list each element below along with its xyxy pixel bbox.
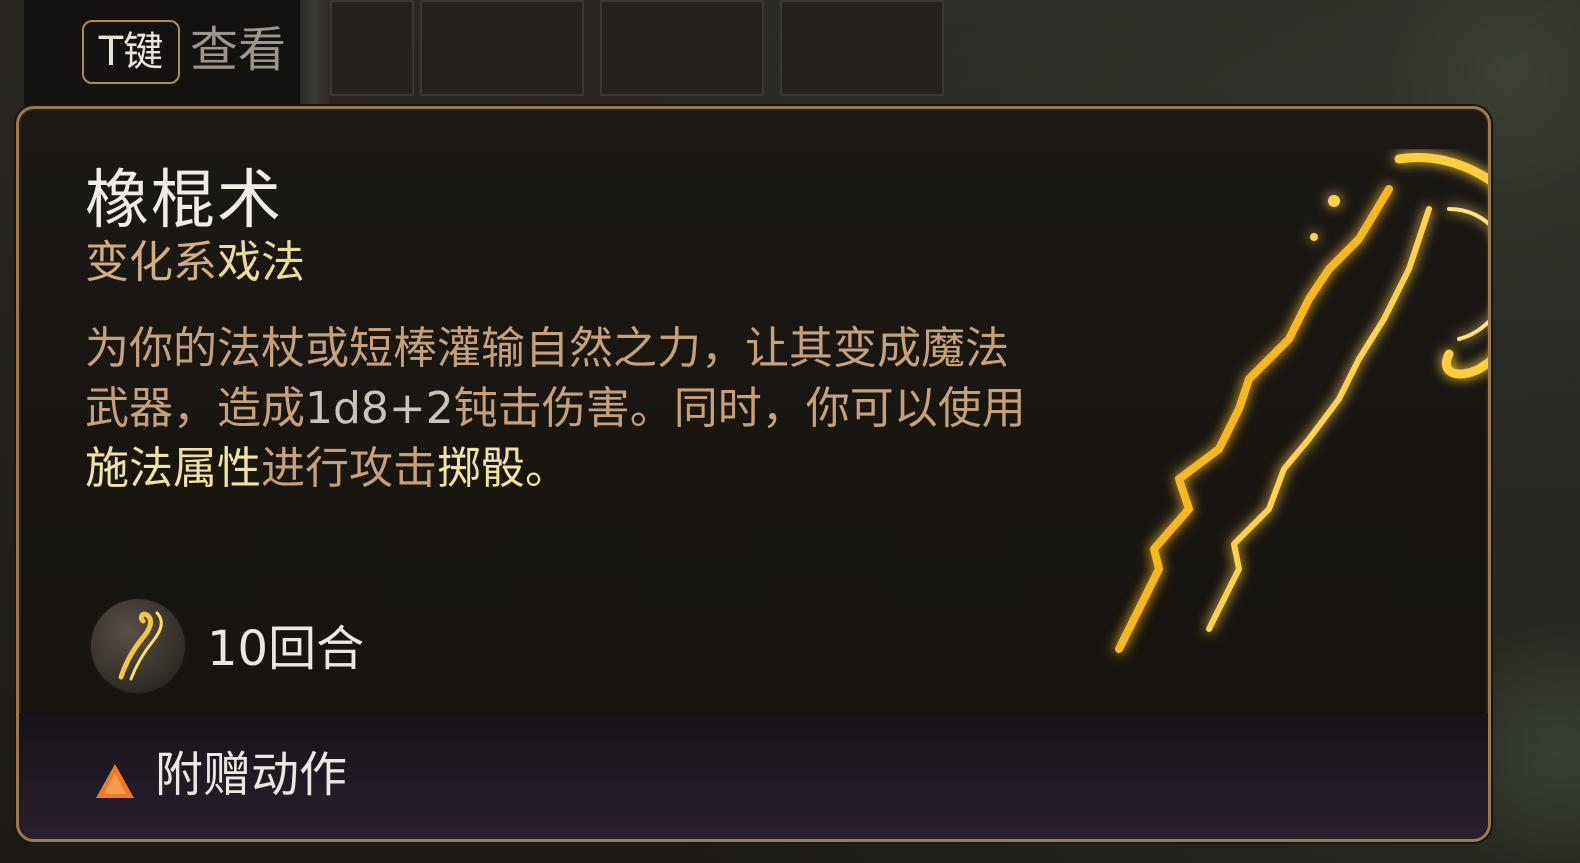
spellcasting-attribute[interactable]: 施法属性: [85, 443, 261, 494]
spell-tooltip: 橡棍术 变化系戏法 为你的法杖或短棒灌输自然之力，让其变成魔法武器，造成1d8+…: [16, 106, 1491, 842]
shillelagh-staff-icon: [91, 599, 185, 693]
background-panel: [330, 0, 414, 96]
tooltip-footer: 附赠动作: [19, 713, 1488, 839]
attack-roll[interactable]: 掷骰。: [437, 443, 569, 494]
spell-description: 为你的法杖或短棒灌输自然之力，让其变成魔法武器，造成1d8+2钝击伤害。同时，你…: [85, 319, 1045, 499]
background-panel: [780, 0, 944, 96]
action-type-label: 附赠动作: [155, 747, 348, 803]
spell-illustration-icon: [1115, 153, 1488, 653]
background-post: [300, 0, 330, 110]
spell-school-prefix: 变化系: [85, 237, 217, 288]
background-panel: [420, 0, 584, 96]
desc-part2: 钝击伤害。同时，你可以使用: [453, 383, 1026, 434]
background-panel: [600, 0, 764, 96]
inspect-hint[interactable]: T键 查看: [24, 0, 300, 112]
spell-duration: 10回合: [207, 621, 365, 677]
desc-part3: 进行攻击: [261, 443, 437, 494]
inspect-label: 查看: [190, 22, 287, 78]
spell-school: 变化系戏法: [85, 234, 305, 292]
spell-name: 橡棍术: [85, 164, 283, 238]
bonus-action-triangle-icon: [96, 764, 134, 798]
damage-dice: 1d8+2: [305, 383, 454, 434]
key-badge[interactable]: T键: [82, 20, 180, 84]
spell-school-suffix: 戏法: [217, 237, 305, 288]
